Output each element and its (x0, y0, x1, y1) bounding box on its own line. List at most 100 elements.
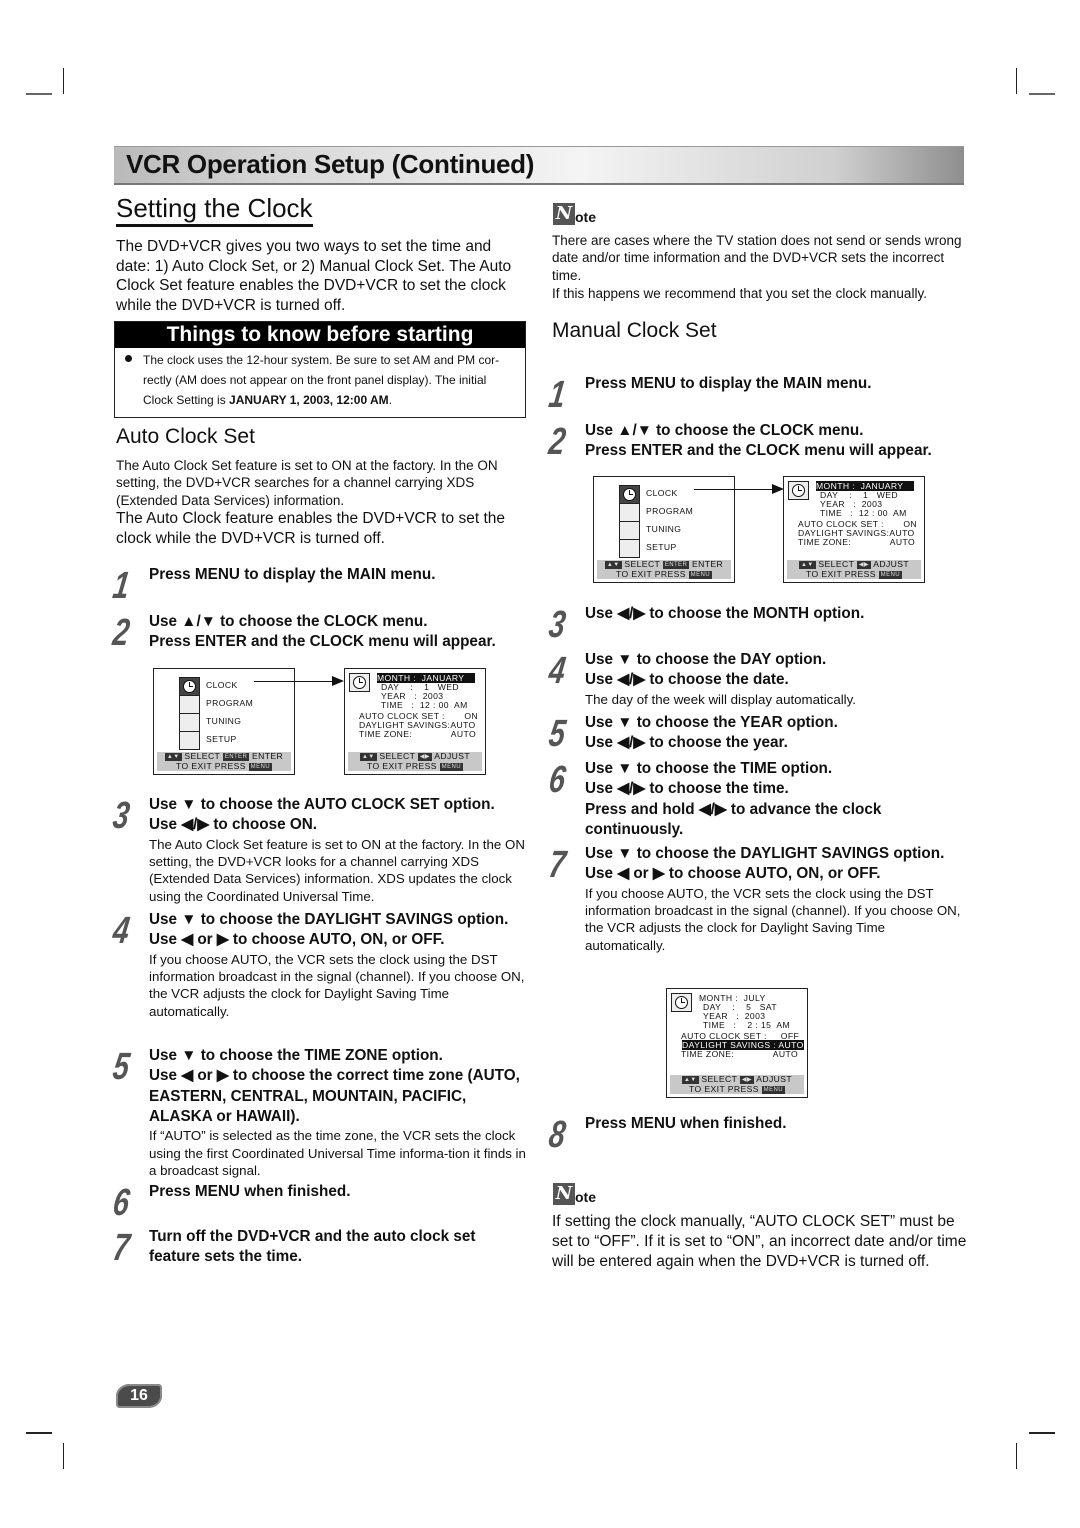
step-instruction: Use ▼ to choose the DAY option. (585, 651, 827, 668)
step-note: If you choose AUTO, the VCR sets the clo… (149, 951, 525, 1019)
note-header-2: Note (553, 1183, 596, 1205)
crop-mark (1029, 93, 1055, 95)
step-instruction: Press ENTER and the CLOCK menu will appe… (585, 442, 932, 460)
step-number: 6 (546, 759, 569, 801)
step-text: Use ▲/▼ to choose the CLOCK menu. Press E… (149, 612, 526, 653)
auto-para-2: The Auto Clock feature enables the DVD+V… (116, 510, 506, 547)
note-header-1: Note (553, 203, 596, 225)
menu-key-icon: MENU (439, 762, 463, 771)
page-title-text: Setting the Clock (116, 193, 313, 227)
step-note: If you choose AUTO, the VCR sets the clo… (585, 885, 961, 953)
clock-glyph (353, 676, 366, 689)
step-7: 7 Use ▼ to choose the DAYLIGHT SAVINGS op… (546, 844, 967, 954)
osd-footer: ▲▼ SELECT ENTER ENTER TO EXIT PRESS MENU (597, 559, 731, 579)
osd-footer: ▲▼ SELECT ◀▶ ADJUST TO EXIT PRESS MENU (670, 1074, 804, 1094)
step-instruction: Press ENTER and the CLOCK menu will appe… (149, 633, 496, 651)
tuning-antenna-icon (619, 521, 640, 540)
step-number: 6 (110, 1182, 133, 1224)
step-text: Use ▼ to choose the YEAR option. Use ◀/▶ … (585, 713, 967, 754)
osd-clock-menu: MONTH : JANUARY DAY : 1 WED YEAR : 2003 TIM… (344, 668, 486, 775)
step-number: 5 (110, 1046, 133, 1088)
step-instruction: Use ◀/▶ to choose the MONTH option. (585, 605, 865, 622)
step-instruction: Use ▼ to choose the DAYLIGHT SAVINGS opt… (585, 845, 945, 862)
step-instruction: Use ◀ or ▶ to choose the correct time zo… (149, 1067, 520, 1125)
step-note: If “AUTO” is selected as the time zone, … (149, 1128, 526, 1178)
bullet-icon (125, 355, 132, 362)
time-zone-row: TIME ZONE: AUTO (359, 729, 477, 739)
step-number: 4 (546, 650, 569, 692)
osd-main-menu: CLOCK PROGRAM TUNING SETUP ▲▼ SELECT ENTER E… (593, 476, 735, 583)
crop-mark (63, 1443, 64, 1469)
clock-row: TIME : 12 : 00 AM (820, 508, 907, 518)
step-text: Press MENU to display the MAIN menu. (585, 374, 967, 394)
updown-key-icon: ▲▼ (359, 753, 377, 761)
step-text: Use ▲/▼ to choose the CLOCK menu. Press E… (585, 421, 967, 462)
clock-glyph (675, 996, 688, 1009)
step-number: 7 (110, 1227, 133, 1269)
step-4: 4 Use ▼ to choose the DAY option. Use ◀/▶ … (546, 650, 967, 708)
menu-item-tuning: TUNING (646, 524, 682, 534)
enter-key-icon: ENTER (222, 753, 250, 761)
crop-mark (1016, 1443, 1017, 1469)
step-instruction: Turn off the DVD+VCR and the auto clock … (149, 1228, 476, 1266)
clock-row: TIME : 2 : 15 AM (703, 1020, 791, 1030)
updown-key-icon: ▲▼ (681, 1076, 699, 1084)
crop-mark (63, 68, 64, 94)
menu-item-clock: CLOCK (646, 488, 678, 498)
step-1: 1 Press MENU to display the MAIN menu. (110, 565, 526, 607)
step-instruction: Use ◀ or ▶ to choose AUTO, ON, or OFF. (585, 865, 881, 883)
step-note: The Auto Clock Set feature is set to ON … (149, 836, 525, 904)
clock-icon (349, 673, 370, 692)
setup-icon (179, 731, 200, 750)
updown-key-icon: ▲▼ (798, 561, 816, 569)
step-5: 5 Use ▼ to choose the TIME ZONE option. Us… (110, 1046, 526, 1179)
osd-footer: ▲▼ SELECT ENTER ENTER TO EXIT PRESS MENU (157, 751, 291, 771)
menu-key-icon: MENU (688, 570, 712, 579)
clock-glyph (183, 680, 196, 693)
footer-line-2: TO EXIT PRESS MENU (176, 760, 272, 771)
step-instruction: Use ◀/▶ to choose ON. (149, 816, 318, 834)
step-instruction: Press MENU to display the MAIN menu. (585, 375, 872, 392)
osd-footer: ▲▼ SELECT ◀▶ ADJUST TO EXIT PRESS MENU (348, 751, 482, 771)
step-number: 2 (110, 612, 133, 654)
note-label: ote (575, 1189, 596, 1205)
step-number: 3 (546, 604, 569, 646)
section-banner: VCR Operation Setup (Continued) (114, 146, 964, 185)
step-number: 2 (546, 421, 569, 463)
clock-glyph (792, 484, 805, 497)
clock-row: TIME : 12 : 00 AM (381, 700, 468, 710)
step-3: 3 Use ◀/▶ to choose the MONTH option. (546, 604, 967, 646)
arrow-connector (694, 489, 774, 490)
step-text: Use ▼ to choose the TIME ZONE option. Use… (149, 1046, 526, 1179)
clock-icon (788, 481, 809, 500)
osd-footer: ▲▼ SELECT ◀▶ ADJUST TO EXIT PRESS MENU (787, 559, 921, 579)
menu-key-icon: MENU (248, 762, 272, 771)
osd-main-menu: CLOCK PROGRAM TUNING SETUP ▲▼ SELECT ENTER E… (153, 668, 295, 775)
step-note: The day of the week will display automat… (585, 691, 856, 707)
things-body: The clock uses the 12-hour system. Be su… (115, 348, 525, 410)
leftright-key-icon: ◀▶ (739, 1076, 754, 1084)
step-number: 7 (546, 844, 569, 886)
step-instruction: Use ◀/▶ to choose the year. (585, 734, 788, 752)
step-instruction: Press MENU when finished. (149, 1183, 351, 1200)
things-heading: Things to know before starting (115, 322, 525, 348)
note-1-para-1: There are cases where the TV station doe… (552, 233, 962, 283)
crop-mark (26, 93, 52, 95)
step-instruction: Use ◀ or ▶ to choose AUTO, ON, or OFF. (149, 931, 445, 949)
note-2-para: If setting the clock manually, “AUTO CLO… (552, 1213, 967, 1270)
enter-key-icon: ENTER (662, 561, 690, 569)
clock-icon (619, 485, 640, 504)
step-instruction: Use ▼ to choose the YEAR option. (585, 714, 838, 731)
page-number-badge: 16 (116, 1384, 162, 1408)
clock-glyph (623, 488, 636, 501)
step-number: 1 (110, 565, 133, 607)
step-3: 3 Use ▼ to choose the AUTO CLOCK SET opti… (110, 795, 526, 905)
program-rec-icon (179, 695, 200, 714)
menu-item-program: PROGRAM (206, 698, 254, 708)
step-text: Press MENU when finished. (149, 1182, 526, 1202)
crop-mark (1029, 1432, 1055, 1434)
step-4: 4 Use ▼ to choose the DAYLIGHT SAVINGS op… (110, 910, 526, 1020)
menu-item-setup: SETUP (206, 734, 237, 744)
menu-item-setup: SETUP (646, 542, 677, 552)
step-5: 5 Use ▼ to choose the YEAR option. Use ◀/▶… (546, 713, 967, 755)
